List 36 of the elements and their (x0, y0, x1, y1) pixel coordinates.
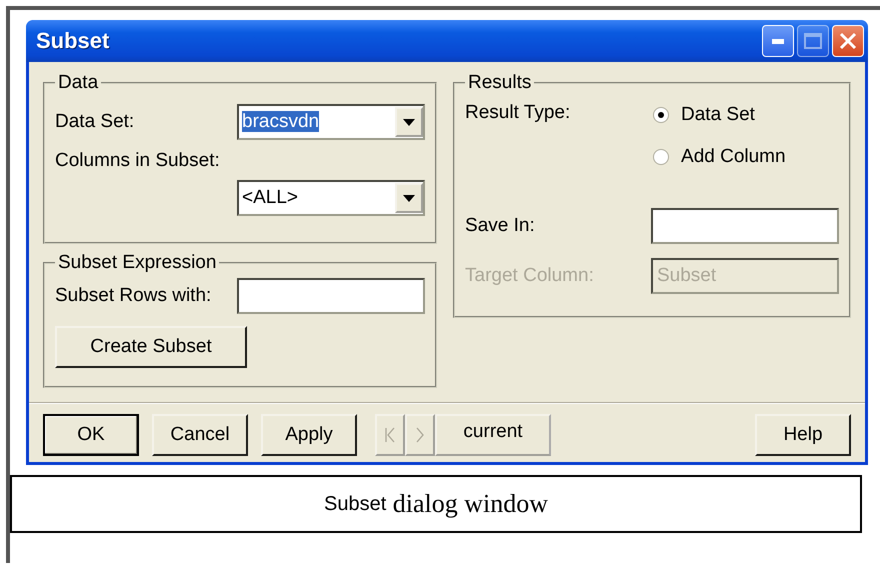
field-label: Columns in Subset: (55, 150, 221, 172)
window-title: Subset (36, 28, 110, 54)
create-subset-button[interactable]: Create Subset (55, 326, 247, 368)
field-label: Result Type: (465, 102, 572, 124)
group-title: Subset Expression (57, 252, 218, 274)
dialog-button[interactable]: Cancel (152, 414, 248, 456)
input-field[interactable] (237, 278, 426, 314)
field-label: Save In: (465, 215, 535, 237)
columns-dropdown[interactable]: <ALL> (237, 180, 426, 216)
next-icon (416, 427, 424, 443)
close-icon (839, 32, 857, 50)
minimize-icon (772, 38, 784, 44)
field-label: Target Column: (465, 265, 594, 287)
minimize-button[interactable] (762, 25, 794, 57)
dialog-button[interactable]: OK (43, 414, 139, 456)
help-button[interactable]: Help (755, 414, 851, 456)
close-button[interactable] (832, 25, 864, 57)
radio-option[interactable]: Data Set (653, 104, 786, 126)
radio-option[interactable]: Add Column (653, 146, 786, 168)
field-label: Data Set: (55, 111, 134, 133)
radio-button[interactable] (653, 149, 670, 165)
dropdown-arrow-icon (403, 194, 416, 202)
maximize-button[interactable] (797, 25, 829, 57)
group-title: Results (467, 72, 532, 94)
dialog-button[interactable]: Apply (261, 414, 357, 456)
radio-button[interactable] (653, 107, 670, 123)
group-title: Data (57, 72, 100, 94)
current-indicator: current (435, 414, 551, 456)
maximize-icon (804, 33, 822, 49)
field-label: Subset Rows with: (55, 285, 212, 307)
input-field[interactable] (651, 208, 839, 244)
figure-caption: Subset dialog window (10, 475, 862, 533)
data-set-dropdown[interactable]: bracsvdn (237, 104, 426, 140)
next-button[interactable] (405, 414, 435, 456)
dropdown-arrow-icon (403, 118, 416, 126)
first-icon (385, 427, 395, 443)
